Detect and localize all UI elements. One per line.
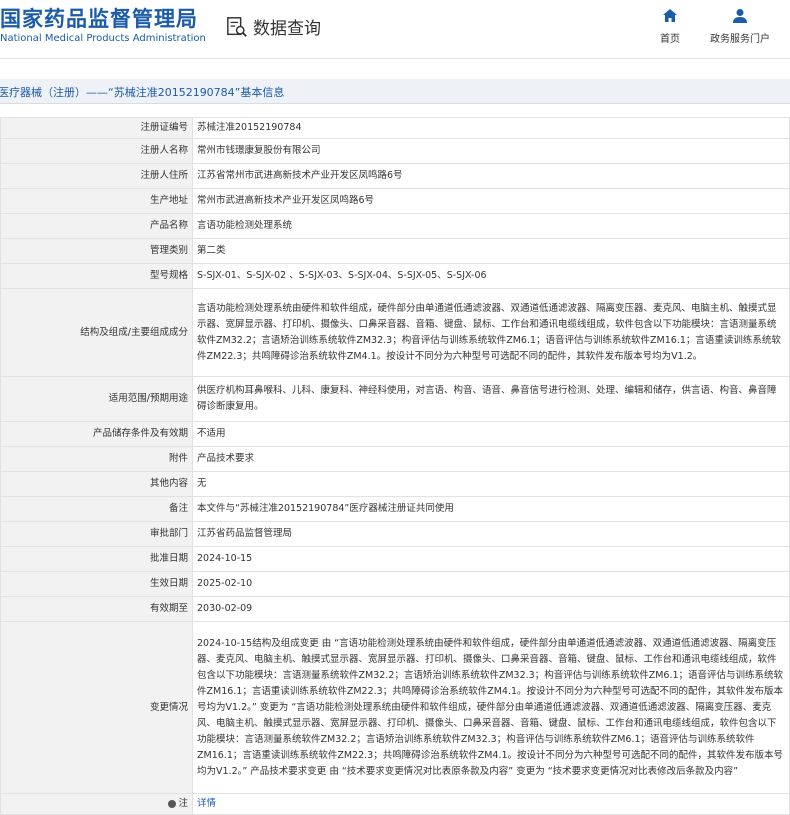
info-row-label: 注册人住所 xyxy=(0,163,193,189)
user-icon xyxy=(733,9,747,23)
info-row-value: 本文件与“苏械注准20152190784”医疗器械注册证共同使用 xyxy=(192,496,790,522)
info-row: 生产地址 常州市武进高新技术产业开发区凤鸣路6号 xyxy=(0,188,790,214)
note-label: 注 xyxy=(178,798,188,809)
info-row-label: 其他内容 xyxy=(0,471,193,497)
data-query-label: 数据查询 xyxy=(253,19,321,39)
nav-service-portal-label: 政务服务门户 xyxy=(710,34,770,45)
info-row-value: 2025-02-10 xyxy=(192,571,790,597)
info-row: 备注 本文件与“苏械注准20152190784”医疗器械注册证共同使用 xyxy=(0,496,790,522)
info-row-label: 注册人名称 xyxy=(0,138,193,164)
nav-home-label: 首页 xyxy=(660,34,680,45)
info-row-label: 产品储存条件及有效期 xyxy=(0,421,193,447)
info-row-value: 2030-02-09 xyxy=(192,596,790,622)
info-row: 产品名称 言语功能检测处理系统 xyxy=(0,213,790,239)
info-row-label: 产品名称 xyxy=(0,213,193,239)
info-row: 其他内容无 xyxy=(0,471,790,497)
info-row-label: 适用范围/预期用途 xyxy=(0,376,193,422)
logo-english-name: National Medical Products Administration xyxy=(0,33,206,44)
site-logo[interactable]: 国家药品监督管理局 National Medical Products Admi… xyxy=(0,6,206,46)
info-row-value: 无 xyxy=(192,471,790,497)
info-row: 注册人住所 江苏省常州市武进高新技术产业开发区凤鸣路6号 xyxy=(0,163,790,189)
info-row-value: 江苏省药品监督管理局 xyxy=(192,521,790,547)
info-row: 注册人名称 常州市钱璟康复股份有限公司 xyxy=(0,138,790,164)
data-query-heading: 数据查询 xyxy=(226,14,321,39)
note-value-cell: 详情 xyxy=(192,793,790,815)
info-row-value: 苏械注准20152190784 xyxy=(192,117,790,139)
info-row-value: 江苏省常州市武进高新技术产业开发区凤鸣路6号 xyxy=(192,163,790,189)
info-row-label: 变更情况 xyxy=(0,621,193,794)
info-row-value: 产品技术要求 xyxy=(192,446,790,472)
info-row-label: 结构及组成/主要组成成分 xyxy=(0,288,193,377)
info-row-label: 管理类别 xyxy=(0,238,193,264)
page-title: 境内医疗器械（注册）——“苏械注准20152190784”基本信息 xyxy=(0,86,285,99)
info-row-label: 附件 xyxy=(0,446,193,472)
info-row-value: 不适用 xyxy=(192,421,790,447)
info-row: 有效期至 2030-02-09 xyxy=(0,596,790,622)
info-row: 批准日期 2024-10-15 xyxy=(0,546,790,572)
info-row: 结构及组成/主要组成成分 言语功能检测处理系统由硬件和软件组成，硬件部分由单通道低… xyxy=(0,288,790,377)
info-row-value: 第二类 xyxy=(192,238,790,264)
info-row-value: 供医疗机构耳鼻喉科、儿科、康复科、神经科使用，对言语、构音、语音、鼻音信号进行检… xyxy=(192,376,790,422)
info-row-value: 2024-10-15 xyxy=(192,546,790,572)
info-row: 管理类别 第二类 xyxy=(0,238,790,264)
info-row-label: 注册证编号 xyxy=(0,117,193,139)
info-row-value: 言语功能检测处理系统由硬件和软件组成，硬件部分由单通道低通滤波器、双通道低通滤波… xyxy=(192,288,790,377)
info-row-label: 审批部门 xyxy=(0,521,193,547)
site-header: 国家药品监督管理局 National Medical Products Admi… xyxy=(0,0,790,59)
page-title-bar: 境内医疗器械（注册）——“苏械注准20152190784”基本信息 xyxy=(0,79,790,104)
info-row-label: 型号规格 xyxy=(0,263,193,289)
info-row: 注册证编号 苏械注准20152190784 xyxy=(0,117,790,139)
note-row: 注详情 xyxy=(0,793,790,815)
info-row: 产品储存条件及有效期 不适用 xyxy=(0,421,790,447)
home-icon xyxy=(663,9,677,22)
document-search-icon xyxy=(227,16,247,37)
info-row-value: 常州市武进高新技术产业开发区凤鸣路6号 xyxy=(192,188,790,214)
info-row-label: 有效期至 xyxy=(0,596,193,622)
info-row-label: 生产地址 xyxy=(0,188,193,214)
top-nav: 首页 政务服务门户 xyxy=(630,8,770,45)
info-row-label: 备注 xyxy=(0,496,193,522)
info-row: 型号规格 S-SJX-01、S-SJX-02 、S-SJX-03、S-SJX-04… xyxy=(0,263,790,289)
info-row: 附件 产品技术要求 xyxy=(0,446,790,472)
note-label-cell: 注 xyxy=(0,793,193,815)
info-row: 适用范围/预期用途 供医疗机构耳鼻喉科、儿科、康复科、神经科使用，对言语、构音、语… xyxy=(0,376,790,422)
device-info-table: 注册证编号 苏械注准20152190784 注册人名称 常州市钱璟康复股份有限公司 注册… xyxy=(0,117,790,815)
info-icon xyxy=(168,799,177,808)
info-row-value: 常州市钱璟康复股份有限公司 xyxy=(192,138,790,164)
info-row-value: S-SJX-01、S-SJX-02 、S-SJX-03、S-SJX-04、S-S… xyxy=(192,263,790,289)
info-row: 审批部门 江苏省药品监督管理局 xyxy=(0,521,790,547)
info-row-value: 2024-10-15结构及组成变更 由 “言语功能检测处理系统由硬件和软件组成，… xyxy=(192,621,790,794)
info-row-value: 言语功能检测处理系统 xyxy=(192,213,790,239)
info-row: 变更情况 2024-10-15结构及组成变更 由 “言语功能检测处理系统由硬件和软… xyxy=(0,621,790,794)
details-link[interactable]: 详情 xyxy=(197,798,216,809)
info-row-label: 批准日期 xyxy=(0,546,193,572)
logo-chinese-name: 国家药品监督管理局 xyxy=(0,7,198,31)
nav-home[interactable]: 首页 xyxy=(660,8,680,45)
info-row: 生效日期 2025-02-10 xyxy=(0,571,790,597)
info-row-label: 生效日期 xyxy=(0,571,193,597)
nav-service-portal[interactable]: 政务服务门户 xyxy=(710,8,770,45)
